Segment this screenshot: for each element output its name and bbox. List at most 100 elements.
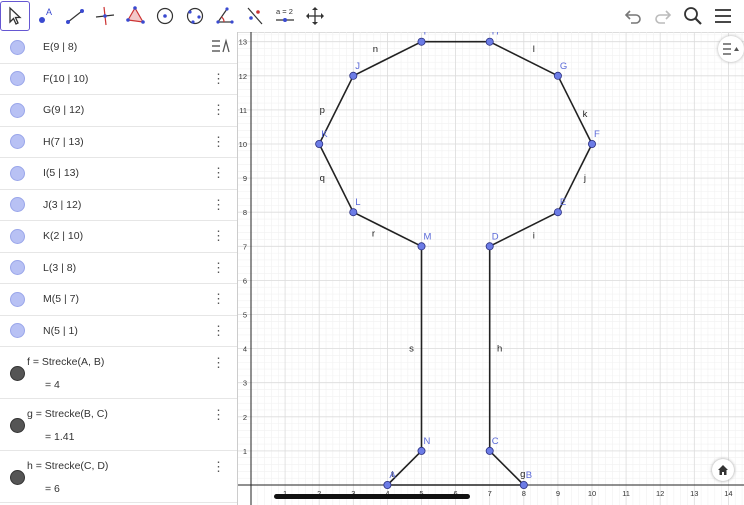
y-tick-label: 8 [243, 208, 247, 217]
visibility-toggle[interactable] [10, 134, 25, 150]
reflect-line-icon [247, 7, 263, 25]
algebra-style-button[interactable] [209, 34, 233, 58]
point-N [417, 446, 426, 455]
more-options-icon[interactable]: ⋮ [212, 316, 225, 347]
point-label-N: N [424, 436, 431, 447]
visibility-toggle[interactable] [10, 197, 25, 213]
move-view-tool-button[interactable] [300, 1, 330, 31]
visibility-toggle[interactable] [10, 228, 25, 244]
algebra-item-label: G(9 | 12) [43, 104, 85, 117]
home-icon [718, 465, 728, 475]
y-tick-label: 13 [239, 38, 247, 47]
angle-icon [216, 7, 234, 24]
algebra-item-label: H(7 | 13) [43, 135, 84, 148]
point-label-L: L [355, 197, 360, 208]
more-options-icon[interactable]: ⋮ [212, 127, 225, 158]
y-tick-label: 2 [243, 413, 247, 422]
algebra-item[interactable]: F(10 | 10) ⋮ [0, 64, 237, 95]
visibility-toggle[interactable] [10, 323, 25, 339]
perpendicular-line-icon [95, 6, 115, 26]
segment-label-s: s [409, 344, 414, 355]
y-tick-label: 1 [243, 447, 247, 456]
algebra-item[interactable]: M(5 | 7) ⋮ [0, 284, 237, 316]
more-options-icon[interactable]: ⋮ [212, 221, 225, 252]
more-options-icon[interactable]: ⋮ [212, 95, 225, 126]
algebra-item[interactable]: L(3 | 8) ⋮ [0, 253, 237, 284]
segment-label-r: r [372, 228, 375, 239]
slider-tool-button[interactable]: a = 2 [270, 1, 300, 31]
algebra-item[interactable]: J(3 | 12) ⋮ [0, 190, 237, 221]
graphics-view[interactable]: 12345678910111213141512345678910111213gh… [238, 32, 744, 505]
algebra-item[interactable]: h = Strecke(C, D) = 6 ⋮ [0, 451, 237, 503]
point-G [553, 71, 562, 80]
point-M [417, 242, 426, 251]
x-tick-label: 8 [522, 489, 526, 498]
algebra-item[interactable]: g = Strecke(B, C) = 1.41 ⋮ [0, 399, 237, 451]
visibility-toggle[interactable] [10, 71, 25, 87]
algebra-item[interactable]: G(9 | 12) ⋮ [0, 95, 237, 127]
point-D [485, 242, 494, 251]
point-label-D: D [492, 231, 499, 242]
algebra-item[interactable]: H(7 | 13) ⋮ [0, 127, 237, 158]
visibility-toggle[interactable] [10, 291, 25, 307]
visibility-toggle[interactable] [10, 165, 25, 181]
redo-icon [655, 10, 672, 24]
main-menu-button[interactable] [708, 1, 738, 31]
algebra-item[interactable]: N(5 | 1) ⋮ [0, 316, 237, 347]
point-J [349, 71, 358, 80]
graphics-style-button[interactable] [718, 36, 744, 62]
reflect-tool-button[interactable] [240, 1, 270, 31]
algebra-item-label: L(3 | 8) [43, 261, 77, 274]
home-view-button[interactable] [712, 459, 734, 481]
point-label-I: I [424, 32, 427, 38]
x-tick-label: 10 [588, 489, 596, 498]
visibility-toggle[interactable] [10, 470, 25, 485]
point-label-F: F [594, 129, 600, 140]
sort-list-icon [212, 38, 230, 53]
point-tool-button[interactable]: A [30, 1, 60, 31]
polygon-tool-button[interactable] [120, 1, 150, 31]
algebra-item-label: K(2 | 10) [43, 230, 84, 243]
algebra-item[interactable]: E(9 | 8) [0, 32, 237, 64]
visibility-toggle[interactable] [10, 102, 25, 118]
more-options-icon[interactable]: ⋮ [212, 64, 225, 95]
point-label-J: J [355, 61, 360, 72]
algebra-item-value: = 4 [45, 379, 60, 391]
algebra-item[interactable]: I(5 | 13) ⋮ [0, 158, 237, 190]
algebra-item-value: = 1.41 [45, 431, 75, 443]
algebra-item[interactable]: f = Strecke(A, B) = 4 ⋮ [0, 347, 237, 399]
move-tool-button[interactable] [0, 1, 30, 31]
visibility-toggle[interactable] [10, 260, 25, 276]
more-options-icon[interactable]: ⋮ [212, 253, 225, 284]
x-tick-label: 14 [724, 489, 732, 498]
segment-label-g: g [520, 469, 525, 480]
segment-tool-button[interactable] [60, 1, 90, 31]
angle-tool-button[interactable] [210, 1, 240, 31]
circle-center-icon [156, 7, 174, 25]
visibility-toggle[interactable] [10, 39, 25, 55]
segment-label-p: p [320, 105, 325, 116]
algebra-item[interactable]: K(2 | 10) ⋮ [0, 221, 237, 253]
circle-three-points-tool-button[interactable] [180, 1, 210, 31]
point-H [485, 37, 494, 46]
visibility-toggle[interactable] [10, 366, 25, 381]
more-options-icon[interactable]: ⋮ [212, 407, 225, 423]
visibility-toggle[interactable] [10, 418, 25, 433]
more-options-icon[interactable]: ⋮ [212, 190, 225, 221]
more-options-icon[interactable]: ⋮ [212, 284, 225, 315]
perpendicular-tool-button[interactable] [90, 1, 120, 31]
more-options-icon[interactable]: ⋮ [212, 459, 225, 475]
search-button[interactable] [678, 1, 708, 31]
point-I [417, 37, 426, 46]
algebra-item-label: f = Strecke(A, B) [27, 356, 105, 368]
more-options-icon[interactable]: ⋮ [212, 355, 225, 371]
graphics-canvas[interactable]: 12345678910111213141512345678910111213gh… [238, 32, 744, 505]
circle-center-tool-button[interactable] [150, 1, 180, 31]
segment-label-j: j [583, 173, 586, 184]
cursor-arrow-icon [9, 6, 22, 25]
more-options-icon[interactable]: ⋮ [212, 158, 225, 189]
point-label-H: H [492, 32, 499, 38]
undo-button[interactable] [618, 1, 648, 31]
redo-button[interactable] [648, 1, 678, 31]
algebra-item-value: = 6 [45, 483, 60, 495]
